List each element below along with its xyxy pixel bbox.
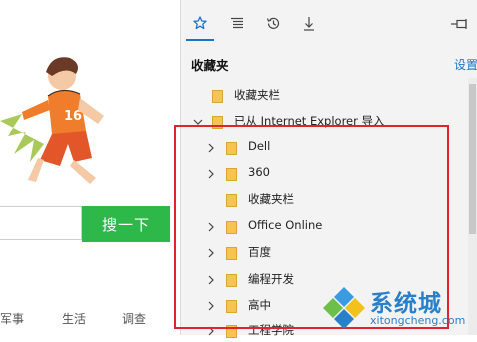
chevron-right-icon[interactable]	[206, 298, 216, 312]
hub-tab-bar	[181, 0, 477, 44]
tree-item-label: 收藏夹栏	[234, 88, 280, 102]
tab-downloads[interactable]	[295, 8, 323, 38]
tree-item-label: 已从 Internet Explorer 导入	[234, 114, 385, 128]
reading-list-icon	[231, 17, 243, 29]
nav-link-life[interactable]: 生活	[62, 310, 86, 327]
tree-item-label: 百度	[248, 245, 271, 259]
tree-item-label: 360	[248, 165, 270, 179]
folder-icon	[226, 140, 237, 155]
tree-item-label: Office Online	[248, 218, 323, 232]
web-page-content: 16 搜一下 军事 生活 调查	[0, 0, 180, 335]
tree-item-favorites-bar-sub[interactable]: 收藏夹栏	[181, 187, 459, 211]
folder-icon	[226, 245, 237, 260]
football-player-illustration: 16	[0, 57, 104, 184]
folder-icon	[226, 192, 237, 207]
folder-icon	[226, 166, 237, 181]
tree-item-label: Dell	[248, 139, 271, 153]
folder-icon	[226, 298, 237, 313]
tab-reading-list[interactable]	[223, 8, 251, 38]
settings-link[interactable]: 设置	[454, 56, 477, 73]
tree-item-dell[interactable]: Dell	[181, 135, 459, 159]
tree-item-label: 工程学院	[248, 323, 294, 337]
folder-icon	[226, 323, 237, 338]
scrollbar-thumb[interactable]	[469, 84, 476, 234]
tree-item-label: 收藏夹栏	[248, 192, 294, 206]
tab-favorites[interactable]	[186, 8, 214, 41]
download-icon	[304, 16, 314, 31]
nav-link-military[interactable]: 军事	[0, 310, 24, 327]
watermark-text: 系统城	[370, 291, 442, 317]
search-button[interactable]: 搜一下	[82, 206, 170, 242]
nav-link-survey[interactable]: 调查	[122, 310, 146, 327]
tree-item-label: 高中	[248, 298, 271, 312]
tree-item-360[interactable]: 360	[181, 161, 459, 185]
svg-text:16: 16	[64, 109, 82, 124]
tree-item-baidu[interactable]: 百度	[181, 240, 459, 264]
history-icon	[266, 17, 279, 29]
tree-item-favorites-bar[interactable]: 收藏夹栏	[181, 83, 459, 107]
chevron-down-icon[interactable]	[193, 114, 203, 128]
chevron-right-icon[interactable]	[206, 272, 216, 286]
pin-icon	[451, 19, 467, 29]
search-input[interactable]	[0, 206, 82, 240]
tree-item-ie-import[interactable]: 已从 Internet Explorer 导入	[181, 109, 459, 133]
panel-title: 收藏夹	[191, 58, 229, 73]
chevron-right-icon[interactable]	[206, 140, 216, 154]
folder-icon	[212, 114, 223, 129]
search-bar: 搜一下	[0, 206, 180, 242]
folder-icon	[226, 272, 237, 287]
watermark-url: xitongcheng.com	[370, 314, 466, 327]
tree-item-office-online[interactable]: Office Online	[181, 214, 459, 238]
tree-item-label: 编程开发	[248, 272, 294, 286]
site-watermark: 系统城 xitongcheng.com	[318, 282, 477, 335]
pin-panel-button[interactable]	[449, 16, 471, 32]
category-nav: 军事 生活 调查	[0, 310, 180, 330]
watermark-logo-icon	[323, 287, 365, 329]
chevron-right-icon[interactable]	[206, 166, 216, 180]
star-icon	[193, 16, 207, 30]
folder-icon	[226, 219, 237, 234]
folder-icon	[212, 88, 223, 103]
chevron-right-icon[interactable]	[206, 245, 216, 259]
chevron-right-icon[interactable]	[206, 219, 216, 233]
tab-history[interactable]	[259, 8, 287, 38]
